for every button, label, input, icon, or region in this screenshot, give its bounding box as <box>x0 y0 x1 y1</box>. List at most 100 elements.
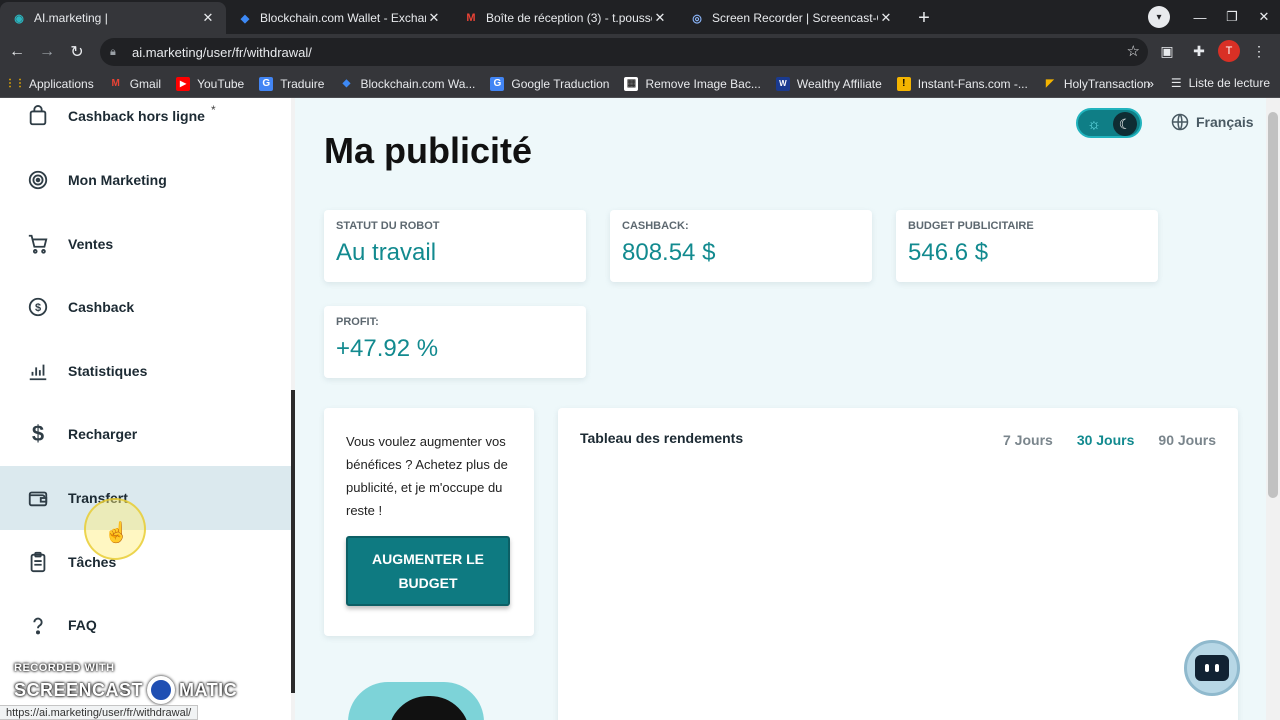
bookmark-label: HolyTransaction <box>1063 76 1151 91</box>
forward-icon[interactable]: → <box>32 37 62 67</box>
avatar[interactable]: T <box>1218 40 1240 62</box>
watermark-word: SCREENCAST <box>14 679 144 700</box>
theme-toggle[interactable]: ☼ ☾ <box>1076 108 1142 138</box>
tab-title: Blockchain.com Wallet - Exchang <box>260 11 426 25</box>
cart-icon <box>26 232 50 256</box>
bookmark-star-icon[interactable]: ☆ <box>1127 42 1140 60</box>
button-label-line: AUGMENTER LE <box>372 551 484 567</box>
new-tab-button[interactable]: + <box>910 4 938 32</box>
sidebar: Cashback hors ligne * Mon Marketing Vent… <box>0 98 292 720</box>
sidebar-item-statistiques[interactable]: Statistiques <box>0 339 292 403</box>
bookmark-gmail[interactable]: M Gmail <box>109 77 162 91</box>
sidebar-item-label: FAQ <box>68 617 97 633</box>
sidebar-item-taches[interactable]: Tâches <box>0 530 292 594</box>
language-selector[interactable]: Français <box>1170 112 1254 132</box>
more-bookmarks-icon[interactable]: » <box>1147 76 1154 91</box>
sidebar-item-ventes[interactable]: Ventes <box>0 212 292 276</box>
chatbot-button[interactable] <box>1184 640 1240 696</box>
bookmarks-bar: ⋮⋮ Applications M Gmail ▶ YouTube G Trad… <box>0 70 1280 98</box>
sun-icon: ☼ <box>1087 115 1101 133</box>
screencast-watermark: RECORDED WITH SCREENCAST MATIC <box>14 662 237 704</box>
close-tab-icon[interactable]: ✕ <box>878 10 894 26</box>
sidebar-item-label: Cashback hors ligne <box>68 108 205 124</box>
sidebar-item-cashback-hors-ligne[interactable]: Cashback hors ligne * <box>0 98 292 148</box>
dollar-circle-icon: $ <box>26 295 50 319</box>
globe-icon <box>1171 113 1189 131</box>
browser-tab-aimarketing[interactable]: ◉ AI.marketing | ✕ <box>0 2 226 34</box>
google-translate-icon: G <box>490 76 505 91</box>
close-tab-icon[interactable]: ✕ <box>426 10 442 26</box>
browser-tab-blockchain[interactable]: ◆ Blockchain.com Wallet - Exchang ✕ <box>226 2 452 34</box>
close-window-icon[interactable]: ✕ <box>1248 9 1280 25</box>
close-tab-icon[interactable]: ✕ <box>652 10 668 26</box>
tab-title: Screen Recorder | Screencast-O-M <box>712 11 878 25</box>
sidebar-item-transfert[interactable]: Transfert <box>0 466 292 530</box>
bookmark-label: YouTube <box>197 76 245 91</box>
browser-tab-gmail[interactable]: M Boîte de réception (3) - t.pousse ✕ <box>452 2 678 34</box>
yield-table-title: Tableau des rendements <box>580 430 744 446</box>
bookmark-label: Remove Image Bac... <box>645 76 761 91</box>
stat-value: +47.92 % <box>336 335 439 362</box>
kebab-menu-icon[interactable]: ⋮ <box>1246 38 1272 64</box>
back-icon[interactable]: ← <box>2 37 32 67</box>
sidebar-scrollbar-thumb[interactable] <box>291 390 295 693</box>
page: Cashback hors ligne * Mon Marketing Vent… <box>0 98 1280 720</box>
bookmark-wealthy-affiliate[interactable]: W Wealthy Affiliate <box>775 76 882 91</box>
reading-list-button[interactable]: ☰ Liste de lecture <box>1171 76 1270 90</box>
watermark-line: RECORDED WITH <box>14 662 115 674</box>
bookmark-removebg[interactable]: ▦ Remove Image Bac... <box>624 76 761 91</box>
lock-icon[interactable]: 🔒︎ <box>110 46 122 58</box>
reading-list-icon: ☰ <box>1170 76 1182 90</box>
aimarketing-favicon: ◉ <box>14 12 24 25</box>
puzzle-icon[interactable]: ✚ <box>1186 38 1212 64</box>
tab-title: AI.marketing | <box>34 11 108 25</box>
sidebar-item-label: Statistiques <box>68 363 148 379</box>
period-7-days[interactable]: 7 Jours <box>1003 432 1053 448</box>
period-90-days[interactable]: 90 Jours <box>1158 432 1216 448</box>
browser-tab-screencast[interactable]: ◎ Screen Recorder | Screencast-O-M ✕ <box>678 2 904 34</box>
bar-chart-icon <box>26 359 50 383</box>
wealthy-affiliate-icon: W <box>775 76 790 91</box>
stat-card-profit: PROFIT: +47.92 % <box>324 306 586 378</box>
toolbar-extensions: ▣ ✚ T ⋮ <box>1154 38 1272 64</box>
svg-text:$: $ <box>35 302 41 314</box>
sidebar-item-cashback[interactable]: $ Cashback <box>0 275 292 339</box>
stat-card-ad-budget: BUDGET PUBLICITAIRE 546.6 $ <box>896 210 1158 282</box>
page-scrollbar-thumb[interactable] <box>1268 112 1278 498</box>
youtube-icon: ▶ <box>176 76 191 91</box>
maximize-icon[interactable]: ❐ <box>1216 9 1248 25</box>
bookmark-applications[interactable]: ⋮⋮ Applications <box>5 76 94 91</box>
tab-search-icon[interactable]: ▾ <box>1148 6 1170 28</box>
period-30-days[interactable]: 30 Jours <box>1077 432 1135 448</box>
apps-grid-icon: ⋮⋮ <box>5 78 25 89</box>
hand-cursor-icon: ☝ <box>104 522 129 544</box>
sidebar-item-mon-marketing[interactable]: Mon Marketing <box>0 148 292 212</box>
extension-icon[interactable]: ▣ <box>1154 38 1180 64</box>
sidebar-item-recharger[interactable]: $ Recharger <box>0 402 292 466</box>
bookmark-holytransaction[interactable]: ◤ HolyTransaction <box>1043 77 1150 91</box>
bookmark-instant-fans[interactable]: ! Instant-Fans.com -... <box>896 76 1028 91</box>
stat-label: STATUT DU ROBOT <box>336 220 440 232</box>
address-bar[interactable]: 🔒︎ ai.marketing/user/fr/withdrawal/ ☆ <box>100 38 1148 66</box>
help-icon <box>26 613 50 637</box>
close-tab-icon[interactable]: ✕ <box>200 10 216 26</box>
window-controls: — ❐ ✕ <box>1184 0 1280 34</box>
stat-value: 808.54 $ <box>622 239 716 266</box>
minimize-icon[interactable]: — <box>1184 10 1216 25</box>
stat-card-cashback: CASHBACK: 808.54 $ <box>610 210 872 282</box>
bookmark-label: Applications <box>29 76 94 91</box>
promo-card: Vous voulez augmenter vos bénéfices ? Ac… <box>324 408 534 636</box>
bookmark-google-traduction[interactable]: G Google Traduction <box>490 76 609 91</box>
stat-value: Au travail <box>336 239 437 266</box>
reload-icon[interactable]: ↻ <box>62 37 92 67</box>
bookmark-traduire[interactable]: G Traduire <box>259 76 324 91</box>
bookmark-youtube[interactable]: ▶ YouTube <box>176 76 245 91</box>
stat-value: 546.6 $ <box>908 239 989 266</box>
period-selector: 7 Jours 30 Jours 90 Jours <box>1003 432 1216 448</box>
watermark-word: MATIC <box>179 679 238 700</box>
increase-budget-button[interactable]: AUGMENTER LE BUDGET <box>346 536 510 606</box>
button-label-line: BUDGET <box>398 575 458 591</box>
sidebar-item-faq[interactable]: FAQ <box>0 593 292 657</box>
bookmark-blockchain[interactable]: ◆ Blockchain.com Wa... <box>339 77 476 91</box>
promo-text: Vous voulez augmenter vos bénéfices ? Ac… <box>346 434 508 518</box>
